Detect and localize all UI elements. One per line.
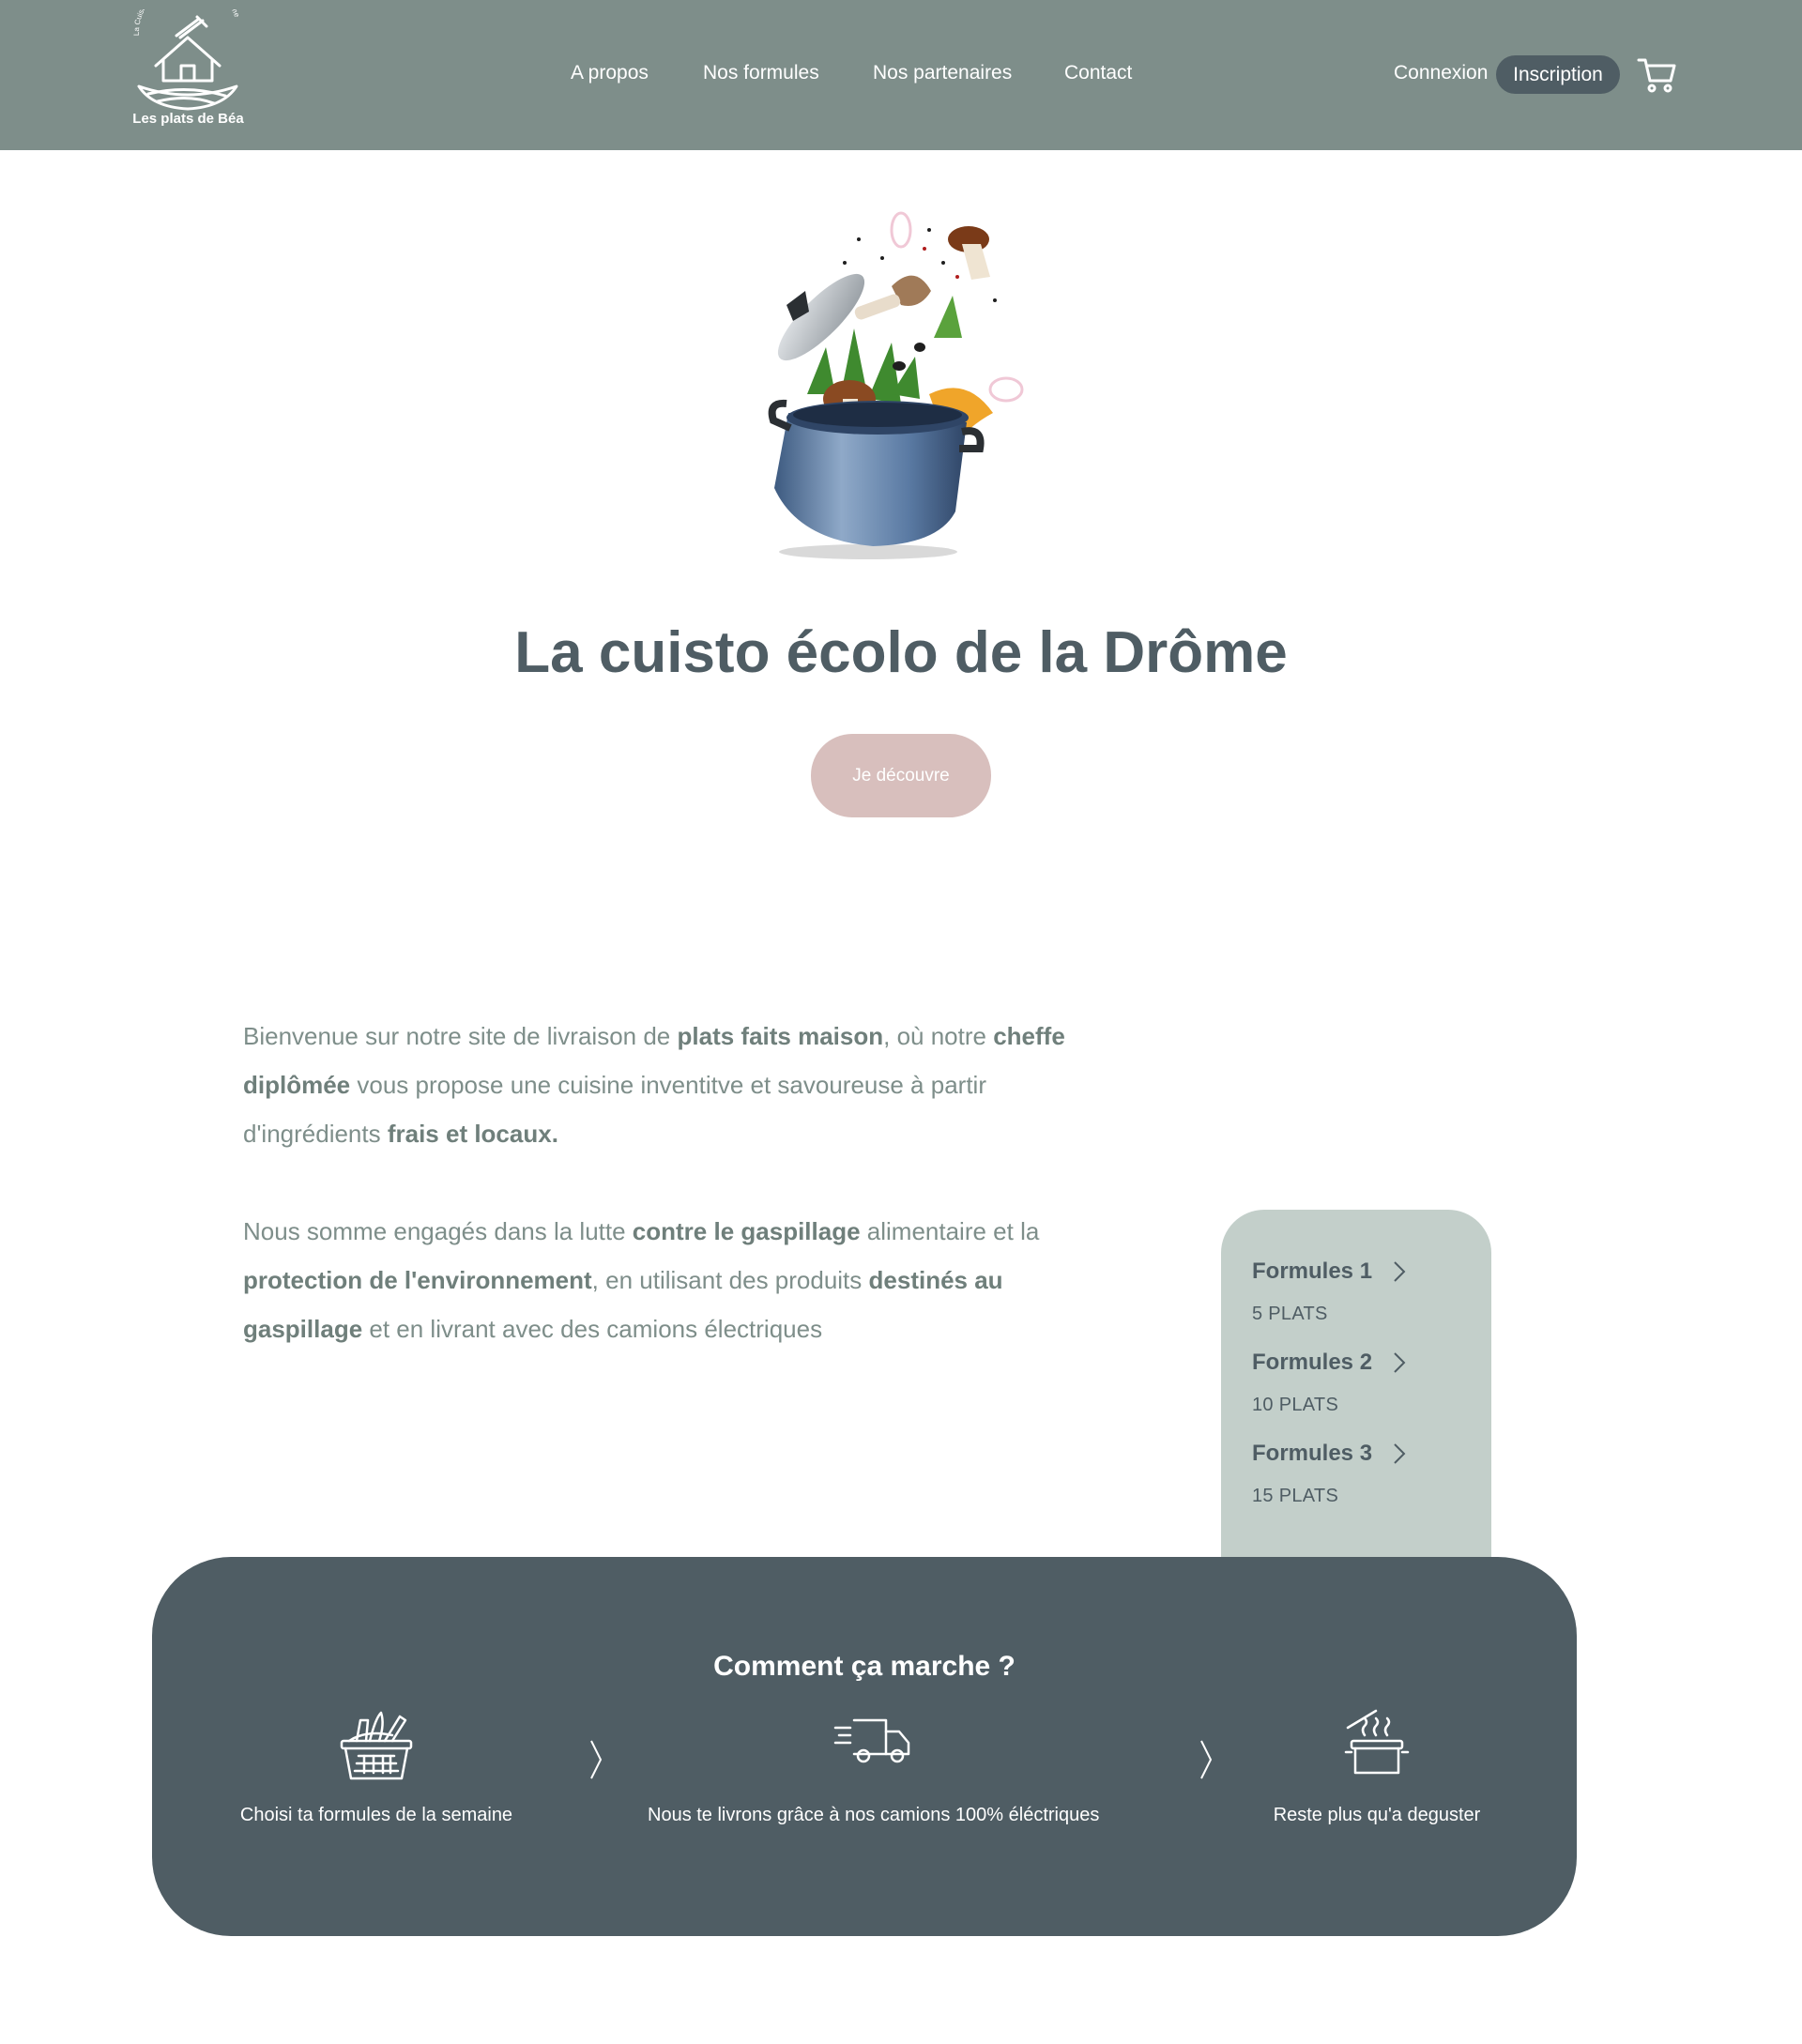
basket-icon — [340, 1711, 413, 1780]
intro-text-segment: alimentaire et la — [860, 1217, 1040, 1245]
step-label: Nous te livrons grâce à nos camions 100%… — [648, 1805, 1100, 1825]
how-it-works-section: Comment ça marche ? Choisi ta formules d… — [152, 1557, 1577, 1936]
intro-text-segment: , en utilisant des produits — [591, 1266, 869, 1294]
formule-title: Formules 1 — [1252, 1258, 1373, 1284]
shopping-cart-icon[interactable] — [1637, 56, 1676, 94]
formule-title-row: Formules 3 — [1252, 1441, 1491, 1467]
discover-button[interactable]: Je découvre — [811, 734, 991, 817]
how-it-works-title: Comment ça marche ? — [713, 1651, 1016, 1682]
formule-subtitle: 15 PLATS — [1252, 1486, 1339, 1506]
step-label: Reste plus qu'a deguster — [1273, 1805, 1481, 1825]
intro-text-segment: Bienvenue sur notre site de livraison de — [243, 1022, 678, 1050]
login-link[interactable]: Connexion — [1394, 62, 1488, 84]
delivery-truck-icon — [833, 1718, 910, 1763]
formule-item[interactable]: Formules 2 10 PLATS — [1252, 1350, 1491, 1441]
cooking-pot-illustration — [768, 211, 1024, 559]
formule-subtitle: 5 PLATS — [1252, 1304, 1328, 1324]
intro-text-segment: Nous somme engagés dans la lutte — [243, 1217, 633, 1245]
nav-link-about[interactable]: A propos — [571, 62, 649, 84]
step-label: Choisi ta formules de la semaine — [239, 1805, 513, 1825]
chevron-right-icon[interactable] — [1393, 1442, 1406, 1465]
nav-link-contact[interactable]: Contact — [1064, 62, 1132, 84]
formule-subtitle: 10 PLATS — [1252, 1395, 1339, 1415]
chevron-right-icon — [590, 1740, 603, 1779]
chevron-right-icon[interactable] — [1393, 1260, 1406, 1283]
nav-link-partners[interactable]: Nos partenaires — [873, 62, 1012, 84]
formule-item[interactable]: Formules 1 5 PLATS — [1252, 1258, 1491, 1350]
chevron-right-icon[interactable] — [1393, 1351, 1406, 1374]
logo-text: Les plats de Béa — [132, 111, 244, 127]
formule-item[interactable]: Formules 3 15 PLATS — [1252, 1441, 1491, 1532]
chevron-right-icon — [1200, 1740, 1213, 1779]
formule-title: Formules 2 — [1252, 1350, 1373, 1375]
intro-paragraph-welcome: Bienvenue sur notre site de livraison de… — [243, 1012, 1107, 1158]
intro-text-segment: vous propose une cuisine inventitve et s… — [243, 1071, 986, 1148]
nav-link-formules[interactable]: Nos formules — [703, 62, 819, 84]
cooking-pot-icon — [1344, 1709, 1410, 1775]
hero-title: La cuisto écolo de la Drôme — [514, 620, 1288, 685]
formule-title-row: Formules 2 — [1252, 1350, 1491, 1376]
intro-text-segment: et en livrant avec des camions électriqu… — [362, 1315, 823, 1343]
intro-text-segment: , où notre — [883, 1022, 994, 1050]
formule-title-row: Formules 1 — [1252, 1258, 1491, 1285]
formules-card: Formules 1 5 PLATS Formules 2 10 PLATS F… — [1221, 1210, 1491, 1585]
site-logo[interactable]: La Cuisinière écoresponsable de la Drôme… — [120, 0, 256, 136]
intro-text: Bienvenue sur notre site de livraison de… — [243, 1012, 1107, 1353]
intro-highlight: protection de l'environnement — [243, 1266, 592, 1294]
signup-button[interactable]: Inscription — [1496, 55, 1620, 94]
formule-title: Formules 3 — [1252, 1441, 1373, 1466]
intro-highlight: contre le gaspillage — [632, 1217, 861, 1245]
site-header: La Cuisinière écoresponsable de la Drôme… — [0, 0, 1802, 150]
intro-highlight: plats faits maison — [677, 1022, 884, 1050]
intro-paragraph-commitment: Nous somme engagés dans la lutte contre … — [243, 1207, 1107, 1353]
intro-highlight: frais et locaux. — [387, 1120, 558, 1148]
house-logo-icon: La Cuisinière écoresponsable de la Drôme — [132, 0, 241, 111]
